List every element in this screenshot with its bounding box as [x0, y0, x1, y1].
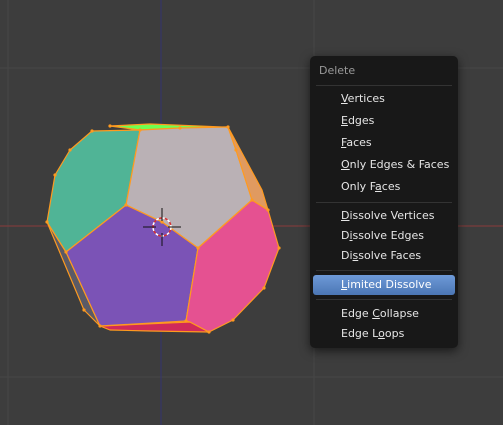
menu-item-vertices[interactable]: Vertices — [313, 89, 455, 109]
menu-item-edge-loops[interactable]: Edge Loops — [313, 324, 455, 344]
menu-title: Delete — [319, 64, 356, 77]
menu-item-faces[interactable]: Faces — [313, 133, 455, 153]
menu-item-dissolve-edges[interactable]: Dissolve Edges — [313, 226, 455, 246]
menu-separator — [316, 85, 452, 86]
menu-item-limited-dissolve[interactable]: Limited Dissolve — [313, 275, 455, 295]
menu-item-only-faces[interactable]: Only Faces — [313, 177, 455, 197]
menu-item-edge-collapse[interactable]: Edge Collapse — [313, 304, 455, 324]
mesh-object[interactable] — [46, 123, 280, 333]
menu-item-dissolve-vertices[interactable]: Dissolve Vertices — [313, 206, 455, 226]
menu-item-dissolve-faces[interactable]: Dissolve Faces — [313, 246, 455, 266]
menu-separator — [316, 202, 452, 203]
menu-item-edges[interactable]: Edges — [313, 111, 455, 131]
menu-separator — [316, 270, 452, 271]
menu-item-only-edges-faces[interactable]: Only Edges & Faces — [313, 155, 455, 175]
menu-separator — [316, 299, 452, 300]
delete-menu: Delete Vertices Edges Faces Only Edges &… — [310, 56, 458, 348]
